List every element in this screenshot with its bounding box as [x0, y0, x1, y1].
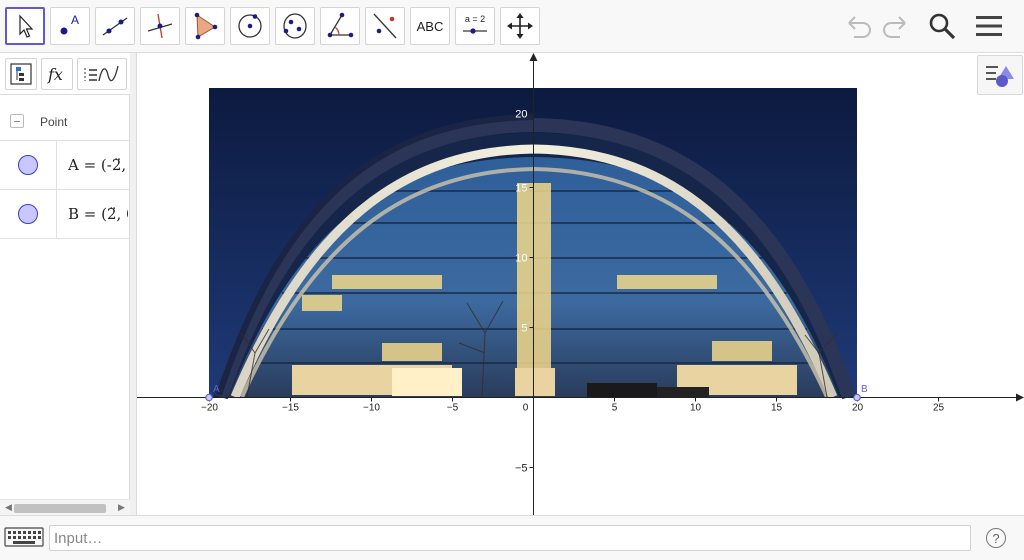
y-axis-arrow-icon — [529, 53, 538, 61]
fx-icon: fx — [47, 65, 63, 84]
x-tick-label: 25 — [933, 403, 945, 414]
x-tick-label: 20 — [852, 403, 864, 414]
collapse-group-button[interactable] — [10, 114, 24, 128]
visibility-toggle-a[interactable] — [0, 141, 57, 189]
help-button[interactable]: ? — [986, 528, 1006, 548]
x-tick-label: −15 — [282, 403, 299, 414]
y-tick-label: 20 — [515, 109, 527, 121]
redo-button[interactable] — [878, 10, 912, 42]
circle-tool[interactable] — [230, 7, 270, 45]
point-a-label: A — [213, 384, 220, 395]
main-menu-button[interactable] — [972, 10, 1006, 42]
algebra-row-b[interactable]: B = (2̈, 0 — [0, 190, 130, 239]
circle-center-icon — [238, 14, 262, 38]
input-field[interactable] — [49, 525, 971, 551]
x-tick-label: −20 — [201, 403, 218, 414]
y-tick-label: 15 — [515, 183, 527, 195]
undo-icon — [848, 16, 871, 38]
algebra-row-a[interactable]: A = (-2̈, — [0, 141, 130, 190]
help-icon: ? — [992, 530, 1000, 546]
algebra-sort-button[interactable] — [5, 58, 37, 90]
hamburger-menu-icon — [976, 16, 1002, 36]
undo-button[interactable] — [842, 10, 876, 42]
input-bar: ? — [0, 515, 1024, 560]
visibility-toggle-b[interactable] — [0, 190, 57, 238]
perpendicular-line-tool[interactable] — [140, 7, 180, 45]
style-bar-icon — [986, 66, 1014, 87]
group-label: Point — [40, 115, 68, 129]
toolbar: A ABC a = 2 — [0, 0, 1024, 53]
marble-icon — [18, 155, 38, 175]
line-icon — [102, 17, 128, 36]
polygon-icon — [194, 12, 218, 40]
ellipse-tool[interactable] — [275, 7, 315, 45]
y-tick-label: 10 — [515, 253, 527, 265]
slider-icon: a = 2 — [463, 14, 487, 34]
algebra-description-button[interactable]: fx — [41, 58, 73, 90]
y-tick-label: −5 — [515, 463, 528, 475]
algebra-view: fx Point A = (-2̈, B = (2̈, 0 ◀ ▶ — [0, 53, 130, 515]
point-b-label: B — [861, 384, 868, 395]
x-axis-arrow-icon — [1016, 393, 1024, 402]
x-tick-label: 0 — [523, 403, 529, 414]
algebra-horizontal-scrollbar[interactable]: ◀ ▶ — [0, 499, 130, 515]
object-definition-b[interactable]: B = (2̈, 0 — [68, 205, 128, 223]
scroll-left-icon[interactable]: ◀ — [5, 502, 12, 513]
polygon-tool[interactable] — [185, 7, 225, 45]
move-tool[interactable] — [5, 7, 45, 45]
point-b[interactable] — [853, 393, 861, 402]
scroll-right-icon[interactable]: ▶ — [118, 502, 125, 513]
keyboard-icon — [4, 527, 44, 547]
line-tool[interactable] — [95, 7, 135, 45]
algebra-group-point: Point — [0, 95, 130, 141]
move-arrows-icon — [507, 13, 533, 39]
point-icon: A — [60, 13, 79, 35]
x-axis-ticks: −20 −15 −10 −5 0 5 10 15 20 25 — [201, 397, 945, 414]
style-bar-toggle-button[interactable] — [977, 55, 1023, 95]
svg-text:fx: fx — [47, 65, 63, 84]
angle-icon — [327, 12, 354, 38]
graphics-view[interactable]: −20 −15 −10 −5 0 5 10 15 20 25 20 15 10 5 −5 A B — [137, 53, 1024, 515]
move-graphics-tool[interactable] — [500, 7, 540, 45]
text-tool[interactable]: ABC — [410, 7, 450, 45]
point-a[interactable] — [205, 393, 213, 402]
y-tick-label: 5 — [521, 323, 527, 335]
view-divider[interactable] — [130, 53, 137, 515]
reflect-tool[interactable] — [365, 7, 405, 45]
algebra-auxiliary-button[interactable] — [77, 58, 127, 90]
graphics-canvas[interactable]: −20 −15 −10 −5 0 5 10 15 20 25 20 15 10 5 −5 A B — [137, 53, 1024, 515]
perpendicular-icon — [147, 13, 173, 39]
pointer-icon — [19, 14, 34, 38]
ellipse-icon — [283, 13, 307, 39]
algebra-view-toolbar: fx — [0, 53, 130, 95]
slider-tool-label: a = 2 — [465, 14, 485, 24]
object-definition-a[interactable]: A = (-2̈, — [68, 156, 128, 174]
point-tool[interactable]: A — [50, 7, 90, 45]
x-tick-label: 15 — [771, 403, 783, 414]
x-tick-label: 5 — [612, 403, 618, 414]
search-button[interactable] — [925, 10, 959, 42]
reflect-icon — [373, 13, 397, 39]
auxiliary-objects-icon — [84, 65, 119, 82]
point-tool-label: A — [71, 13, 79, 27]
scrollbar-thumb[interactable] — [14, 504, 106, 513]
x-tick-label: −10 — [363, 403, 380, 414]
text-tool-label: ABC — [416, 18, 444, 34]
marble-icon — [18, 204, 38, 224]
search-icon — [929, 13, 956, 40]
angle-tool[interactable] — [320, 7, 360, 45]
redo-icon — [883, 16, 906, 38]
virtual-keyboard-button[interactable] — [1, 524, 47, 552]
tree-icon — [10, 63, 32, 85]
geogebra-app: A ABC a = 2 fx Point A = (-2̈, B = (2̈, … — [0, 0, 1024, 560]
x-tick-label: −5 — [447, 403, 459, 414]
x-tick-label: 10 — [690, 403, 702, 414]
slider-tool[interactable]: a = 2 — [455, 7, 495, 45]
